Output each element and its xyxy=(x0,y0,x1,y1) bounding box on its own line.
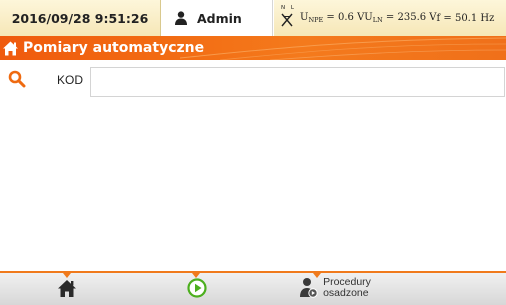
page-title: Pomiary automatyczne xyxy=(23,40,205,56)
bottom-toolbar: Procedury osadzone xyxy=(0,271,506,305)
plug-label: N L xyxy=(281,5,296,11)
search-row: KOD xyxy=(0,64,506,97)
title-bar: Pomiary automatyczne xyxy=(0,36,506,60)
unpe-reading: UNPE = 0.6 V xyxy=(300,12,365,24)
uln-reading: ULN = 235.6 V xyxy=(364,12,437,24)
home-button[interactable] xyxy=(20,271,114,305)
start-button[interactable] xyxy=(150,271,244,305)
procedures-label: Procedury osadzone xyxy=(323,276,371,299)
voltage-readout: N L UNPE = 0.6 V ULN = 235.6 V f = 50.1 … xyxy=(274,0,506,36)
kod-input[interactable] xyxy=(90,67,505,97)
procedures-button[interactable]: Procedury osadzone xyxy=(270,271,400,305)
plug-icon: N L xyxy=(280,5,296,29)
datetime: 2016/09/28 9:51:26 xyxy=(0,0,161,36)
procedures-icon xyxy=(300,278,318,298)
home-icon[interactable] xyxy=(2,40,19,57)
user-name: Admin xyxy=(197,10,242,26)
frequency-reading: f = 50.1 Hz xyxy=(436,12,495,24)
title-decoration xyxy=(180,37,506,60)
user-indicator[interactable]: Admin xyxy=(162,0,273,36)
user-icon xyxy=(175,11,187,25)
status-bar: 2016/09/28 9:51:26 Admin N L UNPE = 0.6 … xyxy=(0,0,506,36)
kod-label: KOD xyxy=(57,73,84,87)
play-icon xyxy=(187,278,207,298)
search-icon[interactable] xyxy=(8,70,26,88)
home-icon xyxy=(58,279,76,297)
